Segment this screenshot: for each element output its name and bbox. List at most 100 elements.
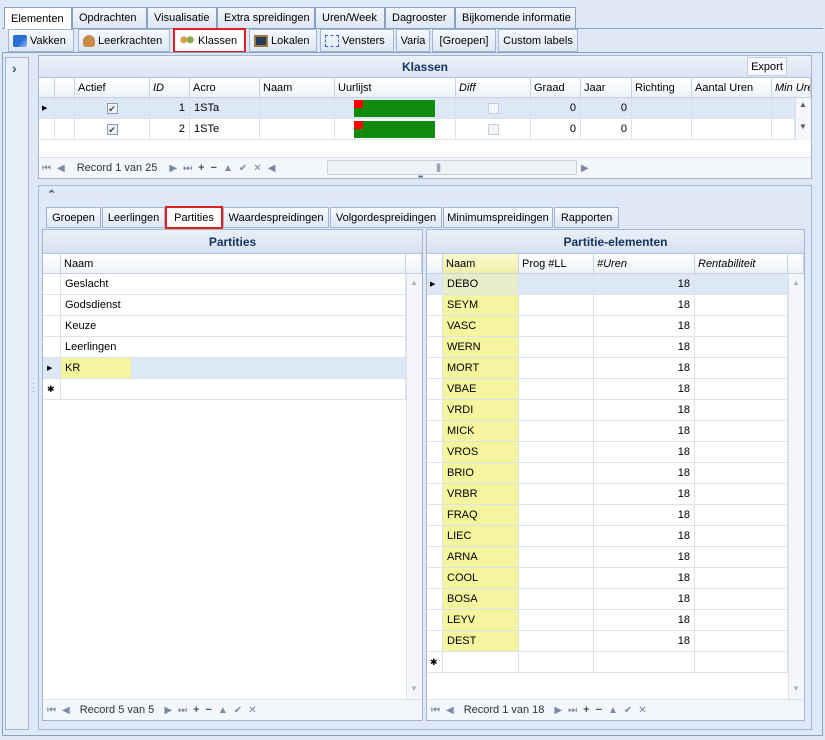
new-row-cell[interactable] [695,652,788,673]
table-row[interactable]: MORT 18 [427,358,788,379]
col-graad[interactable]: Graad [531,78,581,98]
table-row[interactable]: VASC 18 [427,316,788,337]
col-id[interactable]: ID [150,78,190,98]
nav-cancel-icon[interactable]: ✕ [253,163,261,174]
table-row[interactable]: WERN 18 [427,337,788,358]
table-row[interactable]: FRAQ 18 [427,505,788,526]
tab-elementen[interactable]: Elementen [4,7,72,29]
tab-uren-week[interactable]: Uren/Week [315,7,385,28]
table-row[interactable]: VROS 18 [427,442,788,463]
tab-visualisatie[interactable]: Visualisatie [147,7,217,28]
nav-up-icon[interactable]: ▲ [223,163,233,174]
tab-dagrooster[interactable]: Dagrooster [385,7,455,28]
nav-check-icon[interactable]: ✔ [624,705,632,716]
nav-prev-icon[interactable]: ◀ [62,705,70,716]
new-row-cell[interactable] [443,652,519,673]
col-naam[interactable]: Naam [443,254,519,274]
col-naam[interactable]: Naam [260,78,335,98]
nav-prev-icon[interactable]: ◀ [446,705,454,716]
scroll-up-icon[interactable]: ▲ [799,100,807,109]
subtab-custom-labels[interactable]: Custom labels [498,29,578,52]
detailtab-groepen[interactable]: Groepen [46,207,101,228]
row-select-cell[interactable] [55,98,75,119]
nav-remove-icon[interactable]: − [596,704,602,716]
scroll-down-icon[interactable]: ▼ [792,684,800,693]
list-item[interactable]: Geslacht [43,274,406,295]
nav-up-icon[interactable]: ▲ [608,705,618,716]
col-acro[interactable]: Acro [190,78,260,98]
new-row-cell[interactable] [594,652,695,673]
table-row[interactable]: SEYM 18 [427,295,788,316]
list-item[interactable]: Keuze [43,316,406,337]
subtab-groepen[interactable]: [Groepen] [432,29,496,52]
new-row-cell[interactable] [61,379,406,400]
nav-remove-icon[interactable]: − [211,162,217,174]
nav-check-icon[interactable]: ✔ [234,705,242,716]
col-richting[interactable]: Richting [632,78,692,98]
scroll-down-icon[interactable]: ▼ [799,122,807,131]
nav-next-icon[interactable]: ▶ [164,705,172,716]
table-row[interactable]: ▶ ✔ 1 1STa 0 0 [39,98,795,119]
nav-next-icon[interactable]: ▶ [554,705,562,716]
scroll-down-icon[interactable]: ▼ [410,684,418,693]
new-row[interactable]: ✱ [43,379,406,400]
table-row[interactable]: DEST 18 [427,631,788,652]
subtab-klassen[interactable]: Klassen [173,28,246,53]
new-row[interactable]: ✱ [427,652,788,673]
list-item[interactable]: ▶ KR [43,358,406,379]
table-row[interactable]: ARNA 18 [427,547,788,568]
diff-checkbox[interactable] [456,98,531,119]
detailtab-minimumspreidingen[interactable]: Minimumspreidingen [443,207,553,228]
col-actief[interactable]: Actief [75,78,150,98]
col-jaar[interactable]: Jaar [581,78,632,98]
scroll-up-icon[interactable]: ▲ [410,278,418,287]
detailtab-leerlingen[interactable]: Leerlingen [102,207,165,228]
checkbox-checked-icon[interactable]: ✔ [106,102,118,114]
table-row[interactable]: VRDI 18 [427,400,788,421]
new-row-cell[interactable] [519,652,594,673]
detailtab-waardespreidingen[interactable]: Waardespreidingen [223,207,329,228]
elementen-vscroll[interactable]: ▲ ▼ [788,274,804,699]
nav-prev-icon[interactable]: ◀ [57,163,65,174]
tab-opdrachten[interactable]: Opdrachten [72,7,147,28]
table-row[interactable]: LIEC 18 [427,526,788,547]
table-row[interactable]: VRBR 18 [427,484,788,505]
tab-extra-spreidingen[interactable]: Extra spreidingen [217,7,315,28]
nav-last-icon[interactable]: ⏭ [183,163,192,174]
left-collapse-bar[interactable]: › [5,57,29,730]
nav-add-icon[interactable]: + [198,162,204,174]
col-aantal-uren[interactable]: Aantal Uren [692,78,772,98]
col-rentabiliteit[interactable]: Rentabiliteit [695,254,788,274]
detailtab-partities[interactable]: Partities [165,206,223,229]
collapse-icon[interactable]: ⌃ [47,188,56,201]
table-row[interactable]: LEYV 18 [427,610,788,631]
checkbox-checked-icon[interactable]: ✔ [106,123,118,135]
nav-cancel-icon[interactable]: ✕ [248,705,256,716]
scroll-left-icon[interactable]: ◀ [268,163,276,174]
col-uurlijst[interactable]: Uurlijst [335,78,456,98]
subtab-varia[interactable]: Varia [396,29,430,52]
nav-add-icon[interactable]: + [583,704,589,716]
nav-cancel-icon[interactable]: ✕ [638,705,646,716]
col-diff[interactable]: Diff [456,78,531,98]
detailtab-rapporten[interactable]: Rapporten [554,207,619,228]
nav-remove-icon[interactable]: − [205,704,211,716]
nav-first-icon[interactable]: ⏮ [47,705,56,716]
cell-uurlijst[interactable] [335,119,456,140]
nav-add-icon[interactable]: + [193,704,199,716]
hscroll-grip[interactable]: ||| [436,162,441,172]
table-row[interactable]: MICK 18 [427,421,788,442]
export-button[interactable]: Export [747,57,787,76]
tab-bijkomende-informatie[interactable]: Bijkomende informatie [455,7,576,28]
nav-first-icon[interactable]: ⏮ [42,163,51,174]
nav-up-icon[interactable]: ▲ [218,705,228,716]
table-row[interactable]: COOL 18 [427,568,788,589]
vertical-splitter-grip[interactable]: · · · [32,380,36,398]
table-row[interactable]: BOSA 18 [427,589,788,610]
nav-next-icon[interactable]: ▶ [169,163,177,174]
scroll-right-icon[interactable]: ▶ [581,163,589,174]
list-item[interactable]: Godsdienst [43,295,406,316]
table-row[interactable]: VBAE 18 [427,379,788,400]
klassen-vscroll[interactable]: ▲ ▼ [795,98,811,140]
nav-last-icon[interactable]: ⏭ [178,705,187,716]
